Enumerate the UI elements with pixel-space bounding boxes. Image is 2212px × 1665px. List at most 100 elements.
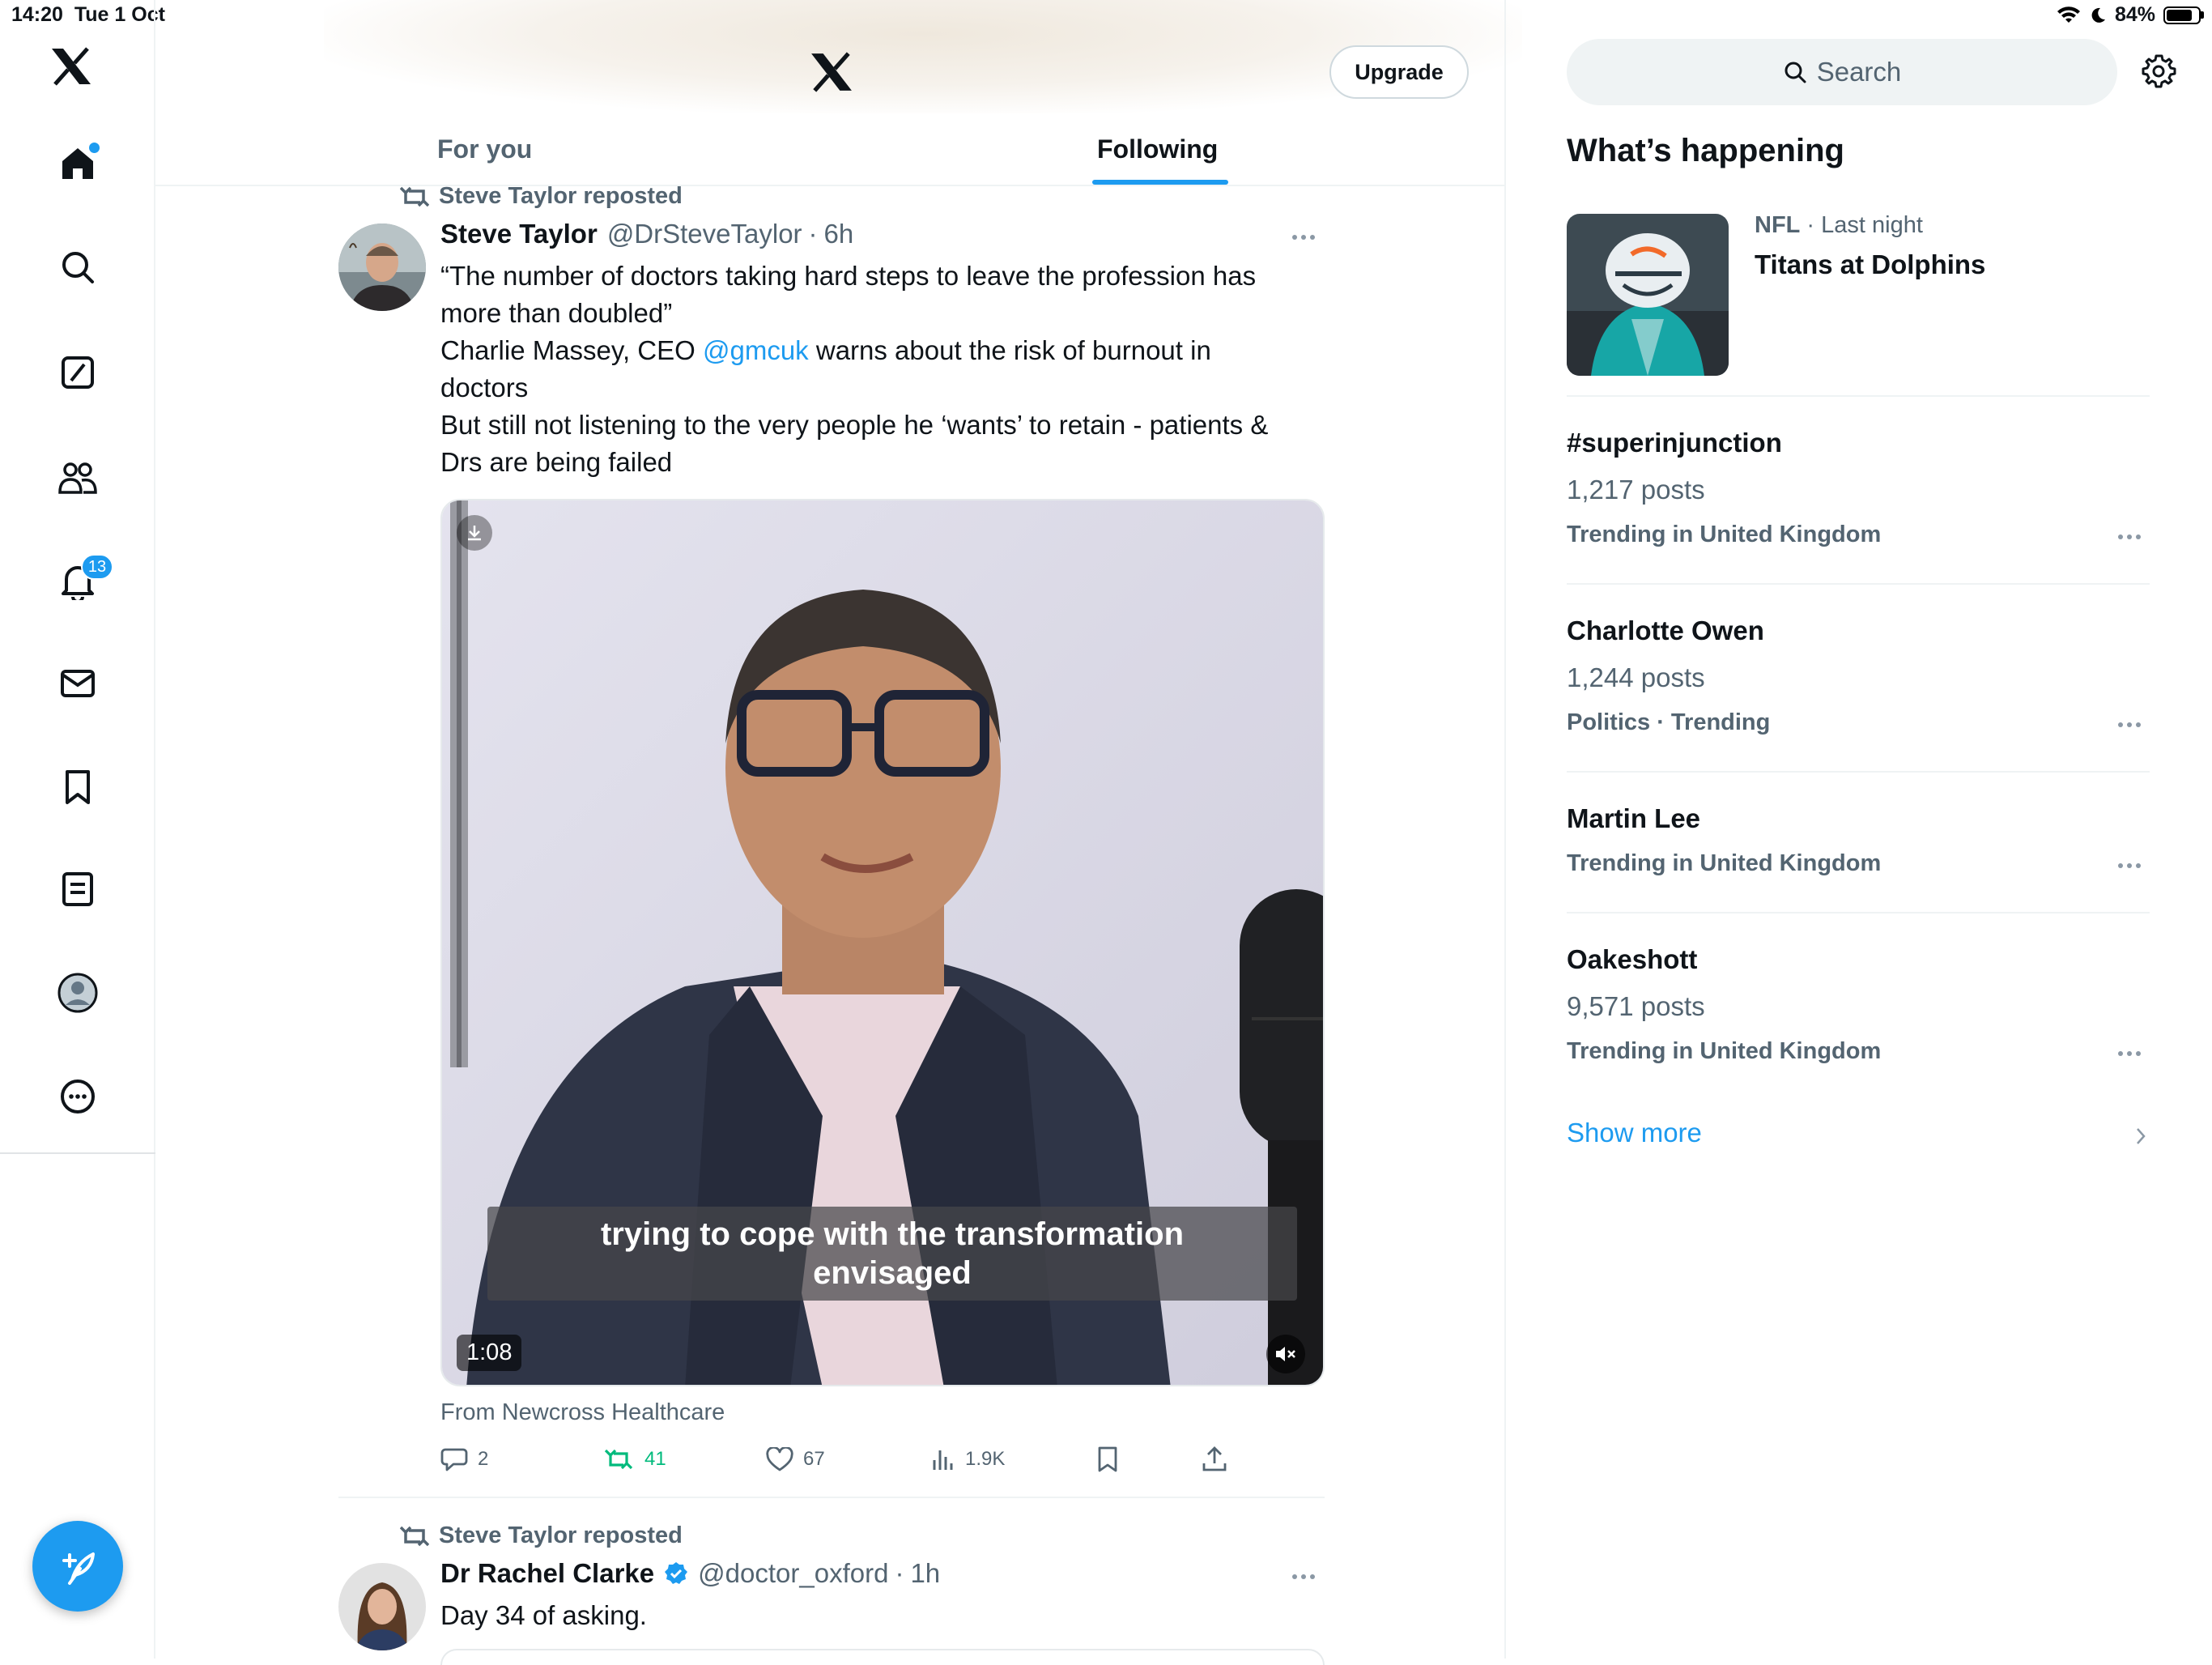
- show-more-link[interactable]: Show more: [1567, 1118, 1702, 1148]
- column-divider: [1504, 0, 1506, 1659]
- trend-posts: 9,571 posts: [1567, 991, 1705, 1021]
- author-handle[interactable]: @DrSteveTaylor: [607, 219, 802, 249]
- trend-image[interactable]: [1567, 214, 1729, 376]
- header-x-logo-icon[interactable]: [810, 52, 853, 92]
- trend-more-button[interactable]: [2118, 722, 2141, 727]
- trend-meta: Politics · Trending: [1567, 709, 1771, 735]
- settings-gear-icon[interactable]: [2141, 53, 2176, 89]
- download-icon[interactable]: [457, 515, 492, 551]
- reply-count: 2: [478, 1448, 489, 1470]
- trend-more-button[interactable]: [2118, 863, 2141, 868]
- x-logo-icon[interactable]: [50, 47, 92, 86]
- wifi-icon: [2057, 6, 2081, 24]
- views-icon: [933, 1450, 953, 1470]
- view-count: 1.9K: [965, 1448, 1006, 1470]
- meta-separator: ·: [1800, 212, 1822, 238]
- avatar[interactable]: [338, 1563, 426, 1650]
- caption-line: envisaged: [813, 1255, 972, 1291]
- verified-badge-icon: [664, 1561, 688, 1586]
- media-source[interactable]: From Newcross Healthcare: [440, 1399, 725, 1426]
- nav-lists-icon[interactable]: [49, 860, 107, 918]
- trend-title[interactable]: Charlotte Owen: [1567, 615, 1764, 646]
- repost-icon: [604, 1449, 633, 1470]
- trend-divider: [1567, 912, 2150, 913]
- reply-button[interactable]: 2: [440, 1441, 488, 1477]
- whats-happening-title: What’s happening: [1567, 133, 1844, 168]
- repost-context[interactable]: Steve Taylor reposted: [400, 1522, 683, 1549]
- tweet-time[interactable]: 1h: [910, 1558, 940, 1589]
- battery-percent: 84%: [2114, 3, 2155, 26]
- nav-messages-icon[interactable]: [49, 654, 107, 713]
- tweet-header: Steve Taylor @DrSteveTaylor · 6h: [440, 219, 853, 249]
- nav-grok-icon[interactable]: [49, 343, 107, 402]
- meta-separator: ·: [808, 219, 818, 249]
- tweet-divider: [338, 1497, 1325, 1498]
- bookmark-button[interactable]: [1096, 1441, 1119, 1477]
- tweet-line: But still not listening to the very peop…: [440, 410, 1269, 440]
- tab-following[interactable]: Following: [1097, 130, 1218, 168]
- author-name[interactable]: Dr Rachel Clarke: [440, 1558, 654, 1589]
- repost-context[interactable]: Steve Taylor reposted: [400, 183, 683, 210]
- search-icon: [1784, 62, 1806, 83]
- status-indicators: 84%: [2057, 3, 2204, 27]
- trend-meta: Trending in United Kingdom: [1567, 850, 1882, 876]
- trend-meta: Trending in United Kingdom: [1567, 522, 1882, 547]
- repost-label: Steve Taylor reposted: [439, 1522, 683, 1548]
- trend-divider: [1567, 771, 2150, 773]
- tweet-text: “The number of doctors taking hard steps…: [440, 258, 1331, 481]
- header-divider: [155, 185, 1506, 186]
- mention-link[interactable]: @gmcuk: [703, 335, 809, 365]
- trend-title[interactable]: #superinjunction: [1567, 428, 1782, 458]
- chevron-right-icon[interactable]: [2134, 1126, 2147, 1147]
- feather-plus-icon: [62, 1552, 95, 1585]
- share-icon: [1202, 1446, 1227, 1471]
- tweet-line: Charlie Massey, CEO @gmcuk warns about t…: [440, 335, 1211, 365]
- nav-bookmarks-icon[interactable]: [49, 758, 107, 816]
- author-handle[interactable]: @doctor_oxford: [698, 1558, 888, 1589]
- compose-post-button[interactable]: [32, 1521, 123, 1612]
- trend-title[interactable]: Oakeshott: [1567, 944, 1697, 975]
- trend-more-button[interactable]: [2118, 534, 2141, 539]
- search-placeholder: Search: [1816, 57, 1902, 87]
- author-name[interactable]: Steve Taylor: [440, 219, 598, 249]
- mute-icon[interactable]: [1266, 1335, 1305, 1373]
- avatar[interactable]: [338, 224, 426, 311]
- tweet-text: Day 34 of asking.: [440, 1600, 647, 1630]
- home-unread-dot: [87, 141, 101, 155]
- trend-when: Last night: [1821, 212, 1923, 238]
- tweet-more-button[interactable]: [1292, 1574, 1315, 1579]
- tweet-more-button[interactable]: [1292, 235, 1315, 240]
- battery-icon: [2163, 6, 2204, 24]
- search-input[interactable]: Search: [1567, 39, 2117, 105]
- nav-more-icon[interactable]: [49, 1067, 107, 1126]
- views-button[interactable]: 1.9K: [931, 1441, 1005, 1477]
- trend-posts: 1,244 posts: [1567, 662, 1705, 692]
- tweet-line: Drs are being failed: [440, 447, 673, 477]
- reply-icon: [440, 1448, 468, 1471]
- moon-icon: [2089, 6, 2107, 24]
- trend-posts: 1,217 posts: [1567, 475, 1705, 505]
- nav-communities-icon[interactable]: [49, 449, 107, 507]
- tab-for-you[interactable]: For you: [437, 130, 532, 168]
- trend-category: NFL: [1755, 212, 1801, 238]
- tweet-line: “The number of doctors taking hard steps…: [440, 261, 1257, 291]
- tweet-time[interactable]: 6h: [824, 219, 854, 249]
- trend-title[interactable]: Martin Lee: [1567, 803, 1700, 834]
- like-count: 67: [803, 1448, 825, 1470]
- bookmark-icon: [1098, 1446, 1117, 1472]
- upgrade-button[interactable]: Upgrade: [1329, 45, 1469, 99]
- trend-more-button[interactable]: [2118, 1051, 2141, 1056]
- repost-button[interactable]: 41: [602, 1441, 666, 1477]
- repost-small-icon: [400, 186, 429, 207]
- trend-divider: [1567, 583, 2150, 585]
- nav-divider: [0, 1152, 155, 1154]
- nav-profile-icon[interactable]: [49, 964, 107, 1022]
- notifications-badge: 13: [81, 554, 113, 580]
- tweet-video[interactable]: trying to cope with the transformation e…: [440, 499, 1325, 1386]
- tweet-line: doctors: [440, 373, 529, 402]
- share-button[interactable]: [1202, 1441, 1227, 1477]
- like-button[interactable]: 67: [766, 1441, 825, 1477]
- repost-label: Steve Taylor reposted: [439, 183, 683, 209]
- nav-search-icon[interactable]: [49, 238, 107, 296]
- featured-trend-title[interactable]: Titans at Dolphins: [1755, 249, 1985, 280]
